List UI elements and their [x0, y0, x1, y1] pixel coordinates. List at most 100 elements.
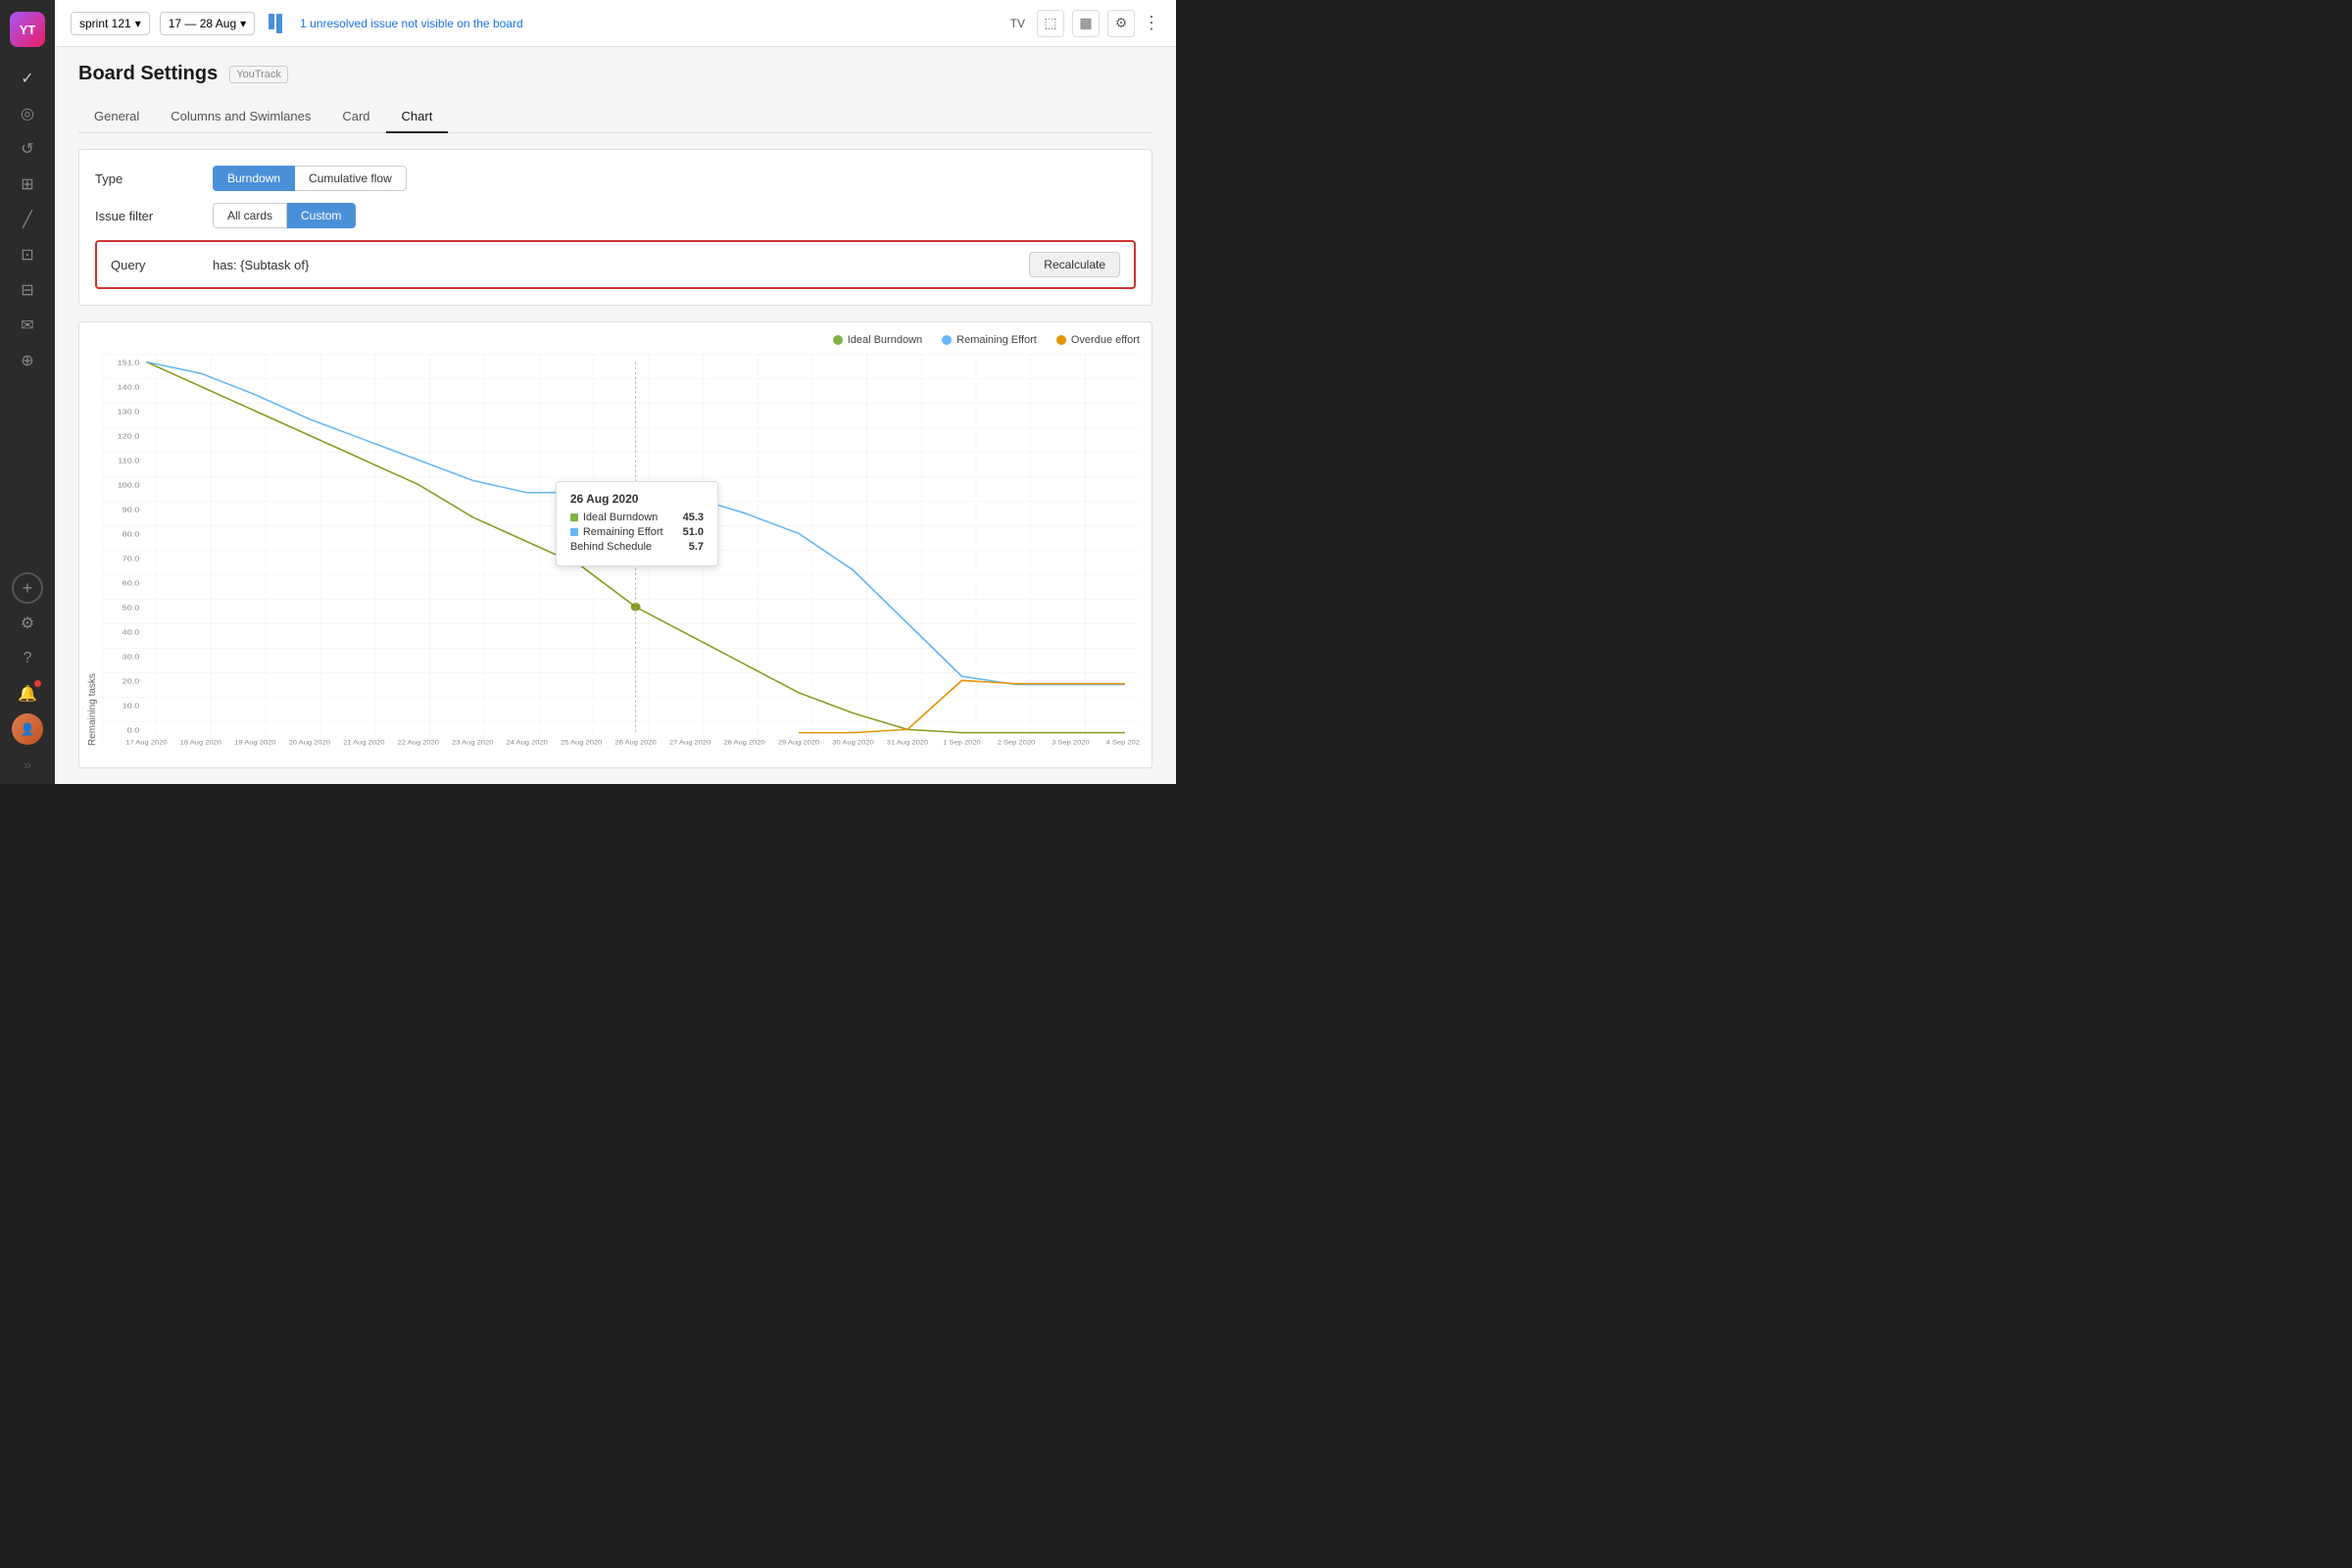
- chart-tooltip: 26 Aug 2020 Ideal Burndown 45.3 Rema: [556, 481, 718, 566]
- svg-text:20 Aug 2020: 20 Aug 2020: [289, 740, 331, 746]
- sidebar-collapse-icon[interactable]: »: [24, 757, 31, 772]
- user-avatar[interactable]: 👤: [12, 713, 43, 745]
- burndown-button[interactable]: Burndown: [213, 166, 295, 191]
- svg-text:29 Aug 2020: 29 Aug 2020: [778, 740, 820, 746]
- tv-button[interactable]: TV: [1006, 13, 1029, 34]
- svg-text:26 Aug 2020: 26 Aug 2020: [614, 740, 657, 746]
- tooltip-ideal-swatch: [570, 514, 578, 521]
- type-toggle-group: Burndown Cumulative flow: [213, 166, 407, 191]
- tooltip-remaining-value: 51.0: [683, 526, 704, 538]
- svg-text:24 Aug 2020: 24 Aug 2020: [506, 740, 548, 746]
- page-title: Board Settings: [78, 63, 218, 85]
- svg-text:140.0: 140.0: [118, 382, 140, 391]
- youtrack-badge: YouTrack: [229, 66, 288, 83]
- sidebar-icon-help[interactable]: ?: [12, 643, 43, 674]
- sidebar-icon-inbox[interactable]: ✉: [12, 310, 43, 341]
- sidebar-icon-checkmark[interactable]: ✓: [12, 63, 43, 94]
- tooltip-remaining-swatch: [570, 528, 578, 536]
- more-options-button[interactable]: ⋮: [1143, 13, 1160, 33]
- tab-columns[interactable]: Columns and Swimlanes: [155, 101, 326, 133]
- date-range-selector[interactable]: 17 — 28 Aug ▾: [160, 12, 255, 35]
- tooltip-ideal-value: 45.3: [683, 512, 704, 523]
- page-content: Board Settings YouTrack General Columns …: [55, 47, 1176, 784]
- date-range-label: 17 — 28 Aug: [169, 17, 236, 30]
- query-row: Query Recalculate: [95, 240, 1136, 289]
- chart-area: Ideal Burndown Remaining Effort Overdue …: [78, 321, 1152, 768]
- sidebar-icon-circle[interactable]: ◎: [12, 98, 43, 129]
- settings-gear-button[interactable]: ⚙: [1107, 10, 1135, 37]
- board-chart-icon: [269, 14, 282, 33]
- tab-general[interactable]: General: [78, 101, 155, 133]
- app-logo[interactable]: YT: [10, 12, 45, 47]
- svg-text:130.0: 130.0: [118, 407, 140, 416]
- sidebar-icon-chart[interactable]: ╱: [12, 204, 43, 235]
- chart-inner: 151.0 140.0 130.0 120.0 110.0 100.0 90.0…: [102, 354, 1140, 746]
- sidebar-icon-layers[interactable]: ⊕: [12, 345, 43, 376]
- svg-text:17 Aug 2020: 17 Aug 2020: [125, 740, 168, 746]
- tooltip-row-remaining: Remaining Effort 51.0: [570, 526, 704, 538]
- remaining-effort-dot: [942, 335, 952, 345]
- topbar: sprint 121 ▾ 17 — 28 Aug ▾ 1 unresolved …: [55, 0, 1176, 47]
- add-button[interactable]: +: [12, 572, 43, 604]
- export-button[interactable]: ⬚: [1037, 10, 1064, 37]
- query-input[interactable]: [213, 258, 1021, 272]
- svg-text:27 Aug 2020: 27 Aug 2020: [669, 740, 711, 746]
- svg-text:3 Sep 2020: 3 Sep 2020: [1052, 740, 1090, 746]
- tooltip-remaining-label: Remaining Effort: [583, 526, 663, 538]
- date-dropdown-icon: ▾: [240, 17, 246, 30]
- svg-text:80.0: 80.0: [122, 529, 140, 538]
- sidebar-icon-grid[interactable]: ⊞: [12, 169, 43, 200]
- recalculate-button[interactable]: Recalculate: [1029, 252, 1120, 277]
- sidebar-icon-book[interactable]: ⊟: [12, 274, 43, 306]
- settings-tabs: General Columns and Swimlanes Card Chart: [78, 101, 1152, 133]
- svg-text:60.0: 60.0: [122, 578, 140, 587]
- ideal-burndown-label: Ideal Burndown: [848, 334, 922, 346]
- svg-text:120.0: 120.0: [118, 431, 140, 440]
- tooltip-ideal-label: Ideal Burndown: [583, 512, 658, 523]
- sidebar: YT ✓ ◎ ↺ ⊞ ╱ ⊡ ⊟ ✉ ⊕ + ⚙ ? 🔔 👤 »: [0, 0, 55, 784]
- svg-text:70.0: 70.0: [122, 554, 140, 563]
- custom-button[interactable]: Custom: [287, 203, 356, 228]
- page-header: Board Settings YouTrack: [78, 63, 1152, 85]
- svg-text:21 Aug 2020: 21 Aug 2020: [343, 740, 385, 746]
- svg-text:30.0: 30.0: [122, 652, 140, 661]
- overdue-effort-label: Overdue effort: [1071, 334, 1140, 346]
- svg-text:2 Sep 2020: 2 Sep 2020: [998, 740, 1036, 746]
- svg-text:90.0: 90.0: [122, 505, 140, 514]
- unresolved-message[interactable]: 1 unresolved issue not visible on the bo…: [300, 17, 522, 30]
- svg-text:4 Sep 2020: 4 Sep 2020: [1106, 740, 1140, 746]
- query-label: Query: [111, 258, 213, 272]
- legend-ideal-burndown: Ideal Burndown: [833, 334, 922, 346]
- svg-text:20.0: 20.0: [122, 676, 140, 685]
- type-setting-row: Type Burndown Cumulative flow: [95, 166, 1136, 191]
- cumulative-flow-button[interactable]: Cumulative flow: [295, 166, 407, 191]
- tab-chart[interactable]: Chart: [386, 101, 449, 133]
- svg-text:22 Aug 2020: 22 Aug 2020: [398, 740, 440, 746]
- svg-text:28 Aug 2020: 28 Aug 2020: [723, 740, 765, 746]
- overdue-effort-dot: [1056, 335, 1066, 345]
- issue-filter-label: Issue filter: [95, 209, 213, 223]
- sidebar-icon-settings[interactable]: ⚙: [12, 608, 43, 639]
- y-axis-label: Remaining tasks: [87, 354, 98, 746]
- svg-text:30 Aug 2020: 30 Aug 2020: [832, 740, 874, 746]
- all-cards-button[interactable]: All cards: [213, 203, 287, 228]
- svg-text:151.0: 151.0: [118, 358, 140, 367]
- sidebar-icon-apps[interactable]: ⊡: [12, 239, 43, 270]
- sidebar-icon-refresh[interactable]: ↺: [12, 133, 43, 165]
- tooltip-date: 26 Aug 2020: [570, 492, 704, 506]
- svg-text:31 Aug 2020: 31 Aug 2020: [887, 740, 929, 746]
- legend-overdue-effort: Overdue effort: [1056, 334, 1140, 346]
- svg-text:110.0: 110.0: [118, 456, 139, 465]
- sprint-selector[interactable]: sprint 121 ▾: [71, 12, 150, 35]
- chart-settings: Type Burndown Cumulative flow Issue filt…: [78, 149, 1152, 306]
- tooltip-behind-label: Behind Schedule: [570, 541, 652, 553]
- ideal-burndown-dot: [833, 335, 843, 345]
- tab-card[interactable]: Card: [326, 101, 385, 133]
- chart-legend: Ideal Burndown Remaining Effort Overdue …: [87, 334, 1140, 346]
- sidebar-icon-bell[interactable]: 🔔: [12, 678, 43, 710]
- chart-button[interactable]: ▦: [1072, 10, 1100, 37]
- type-label: Type: [95, 172, 213, 186]
- sprint-dropdown-icon: ▾: [135, 17, 141, 30]
- svg-text:23 Aug 2020: 23 Aug 2020: [452, 740, 494, 746]
- svg-text:1 Sep 2020: 1 Sep 2020: [943, 740, 981, 746]
